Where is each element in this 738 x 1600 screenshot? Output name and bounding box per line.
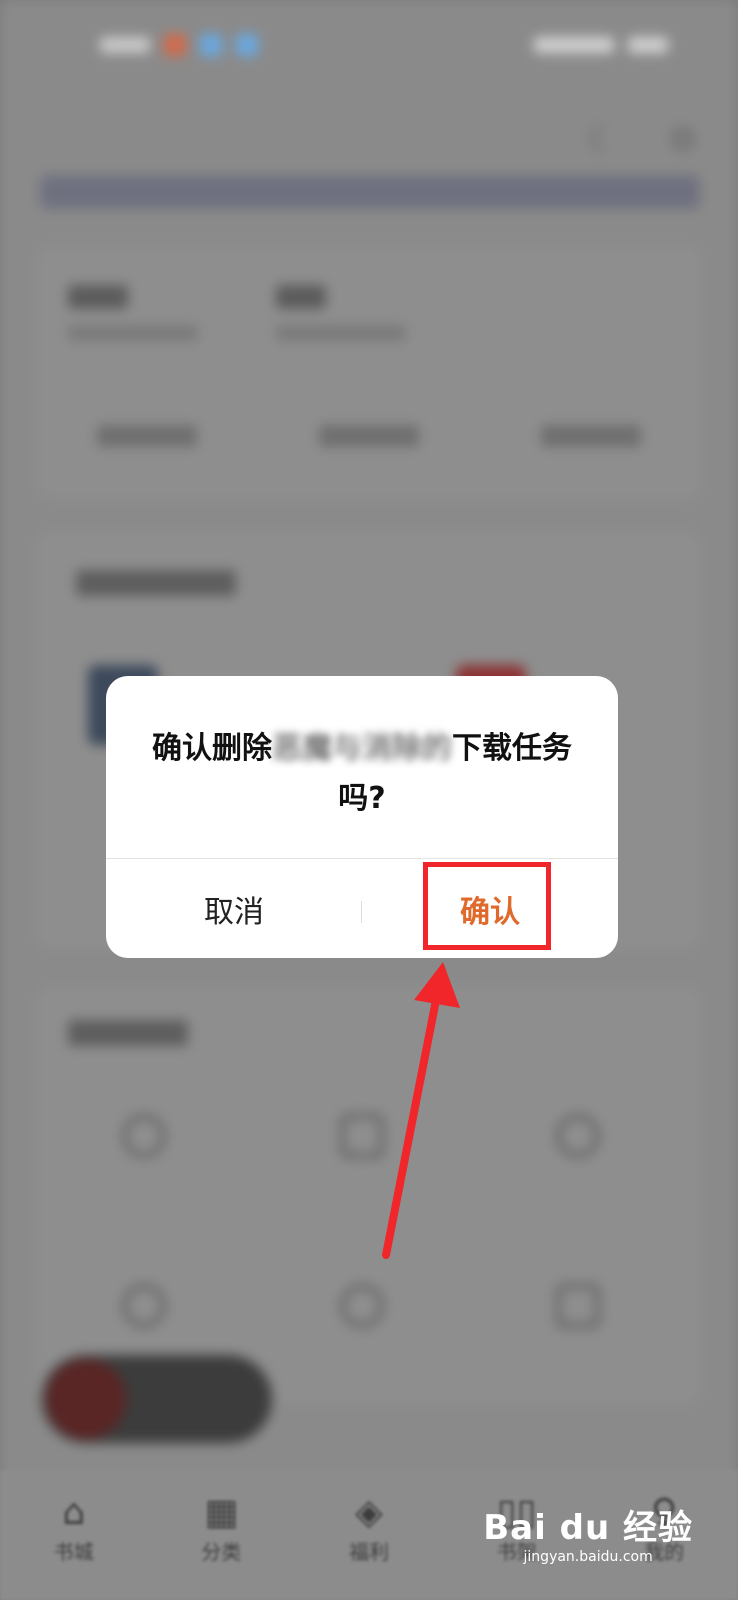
moon-icon: ☾ — [587, 120, 618, 160]
tools-title — [68, 1020, 188, 1046]
tool-item — [282, 1285, 442, 1345]
tool-item — [498, 1115, 658, 1175]
tab-welfare[interactable]: ◈ 福利 — [319, 1490, 419, 1600]
stat-1 — [68, 285, 198, 341]
tab-label: 书城 — [53, 1540, 94, 1564]
settings-icon: ⚙ — [667, 120, 698, 160]
home-icon: ⌂ — [62, 1492, 86, 1533]
watermark-main: Bai du 经验 — [483, 1508, 693, 1548]
dialog-message: 确认删除恶魔与消除的下载任务吗? — [146, 724, 578, 824]
download-title — [76, 570, 236, 596]
tool-item — [282, 1115, 442, 1175]
tab-label: 福利 — [348, 1540, 389, 1564]
grid-icon: ▦ — [204, 1492, 239, 1533]
watermark-sub: jingyan.baidu.com — [523, 1549, 653, 1565]
quick-actions-row — [36, 425, 702, 447]
message-prefix: 确认删除 — [152, 731, 272, 766]
mini-player — [42, 1355, 272, 1443]
banner — [40, 175, 700, 209]
tab-bookstore[interactable]: ⌂ 书城 — [24, 1490, 124, 1600]
cancel-button[interactable]: 取消 — [106, 859, 362, 958]
top-tools: ☾ ⚙ — [587, 120, 698, 160]
player-cover — [46, 1359, 126, 1439]
tab-label: 分类 — [201, 1540, 242, 1564]
blurred-book-name: 恶魔与消除的 — [272, 731, 452, 766]
tool-item — [64, 1285, 224, 1345]
baidu-watermark: Bai du 经验 jingyan.baidu.com — [483, 1500, 693, 1565]
stats-card — [36, 245, 702, 500]
tools-card — [36, 985, 702, 1405]
highlight-box — [423, 862, 551, 950]
tab-category[interactable]: ▦ 分类 — [171, 1490, 271, 1600]
coin-icon: ◈ — [355, 1492, 383, 1533]
status-bar — [0, 0, 738, 90]
tool-item — [64, 1115, 224, 1175]
tool-item — [498, 1285, 658, 1345]
stat-2 — [276, 285, 406, 341]
